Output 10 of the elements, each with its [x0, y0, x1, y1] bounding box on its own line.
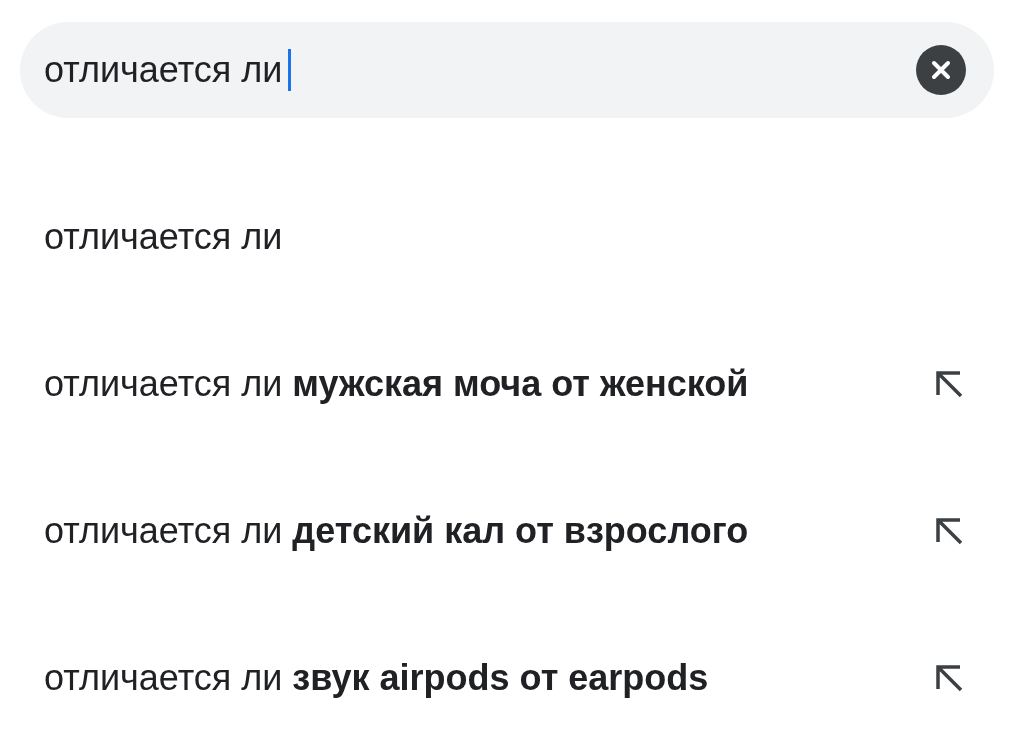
suggestion[interactable]: отличается ли детский кал от взрослого — [44, 503, 749, 558]
suggestion[interactable]: отличается ли мужская моча от женской — [44, 356, 749, 411]
close-icon — [930, 59, 952, 81]
suggestion[interactable]: отличается ли — [44, 209, 283, 264]
suggestion[interactable]: отличается ли звук airpods от earpods — [44, 650, 709, 705]
arrow-up-left-icon[interactable] — [934, 662, 964, 693]
clear-button[interactable] — [916, 45, 966, 95]
arrow-up-left-icon[interactable] — [934, 368, 964, 399]
search-field[interactable]: отличается ли — [20, 22, 994, 118]
arrow-up-left-icon[interactable] — [934, 515, 964, 546]
